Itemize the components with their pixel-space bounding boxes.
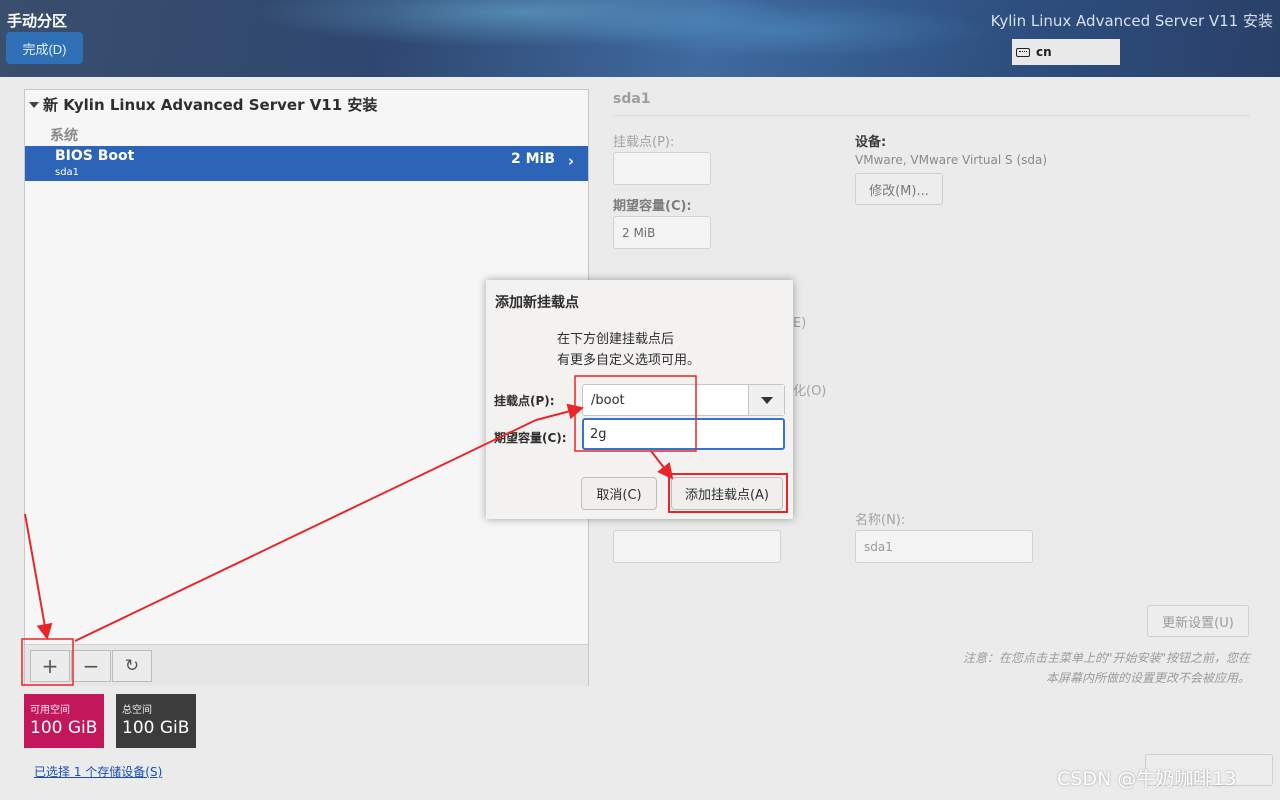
add-mount-point-button[interactable]: 添加挂载点(A) [671, 477, 783, 510]
add-mount-point-dialog: 添加新挂载点 在下方创建挂载点后 有更多自定义选项可用。 挂载点(P): /bo… [486, 280, 793, 519]
chevron-right-icon: › [567, 152, 574, 170]
desired-capacity-label: 期望容量(C): [613, 199, 692, 214]
partial-label-o: 化(O) [793, 384, 827, 399]
note-line-2: 本屏幕内所做的设置更改不会被应用。 [1045, 671, 1250, 685]
mount-point-combobox[interactable]: /boot [582, 384, 785, 416]
product-title: Kylin Linux Advanced Server V11 安装 [990, 12, 1273, 30]
note-line-1: 注意：在您点击主菜单上的"开始安装"按钮之前，您在 [962, 651, 1250, 665]
dialog-title: 添加新挂载点 [495, 295, 579, 311]
device-value: VMware, VMware Virtual S (sda) [855, 153, 1048, 167]
keyboard-icon [1016, 47, 1030, 57]
partition-row-bios-boot[interactable]: BIOS Boot sda1 2 MiB › [25, 146, 588, 181]
combobox-dropdown-button[interactable] [748, 385, 784, 415]
keyboard-layout-indicator[interactable]: cn [1012, 39, 1120, 65]
available-space-value: 100 GiB [30, 718, 98, 738]
partition-device: sda1 [55, 167, 80, 178]
cancel-button[interactable]: 取消(C) [581, 477, 657, 510]
label-field[interactable] [613, 530, 781, 563]
top-header: 手动分区 完成(D) Kylin Linux Advanced Server V… [0, 0, 1280, 77]
total-space-value: 100 GiB [122, 718, 190, 738]
section-label-system: 系统 [50, 128, 78, 144]
watermark-text: CSDN @牛奶咖啡13 [1057, 768, 1237, 790]
partition-name: BIOS Boot [55, 148, 135, 164]
desired-capacity-input[interactable]: 2g [582, 418, 785, 450]
device-label: 设备: [855, 135, 887, 150]
dialog-description-line-2: 有更多自定义选项可用。 [557, 353, 701, 368]
dialog-description: 在下方创建挂载点后 有更多自定义选项可用。 [557, 329, 700, 371]
mount-point-field[interactable] [613, 152, 711, 185]
keyboard-layout-label: cn [1036, 45, 1052, 59]
partition-size: 2 MiB [510, 151, 555, 167]
remove-partition-button[interactable]: − [71, 650, 111, 682]
minus-icon: − [82, 654, 100, 678]
available-space-box: 可用空间 100 GiB [24, 694, 104, 748]
desired-capacity-field[interactable]: 2 MiB [613, 216, 711, 249]
total-space-box: 总空间 100 GiB [116, 694, 196, 748]
mount-point-combobox-value[interactable]: /boot [591, 393, 625, 408]
total-space-label: 总空间 [122, 705, 152, 716]
divider [613, 115, 1250, 116]
partition-toolbar: + − ↻ [25, 644, 588, 686]
dialog-capacity-label: 期望容量(C): [494, 431, 567, 445]
refresh-icon: ↻ [124, 656, 140, 676]
add-partition-button[interactable]: + [30, 650, 70, 682]
partition-detail-title: sda1 [613, 91, 651, 107]
modify-device-button[interactable]: 修改(M)... [855, 173, 943, 205]
page-title: 手动分区 [7, 12, 68, 30]
expand-triangle-icon [29, 101, 39, 108]
update-settings-button[interactable]: 更新设置(U) [1147, 605, 1249, 637]
chevron-down-icon [760, 396, 773, 404]
install-title: 新 Kylin Linux Advanced Server V11 安装 [43, 96, 378, 114]
dialog-description-line-1: 在下方创建挂载点后 [557, 332, 675, 347]
plus-icon: + [41, 654, 59, 678]
mount-point-label: 挂载点(P): [613, 135, 675, 150]
dialog-mount-point-label: 挂载点(P): [494, 394, 555, 408]
partial-label-e: E) [793, 316, 807, 331]
done-button[interactable]: 完成(D) [6, 32, 83, 64]
selected-storage-link[interactable]: 已选择 1 个存储设备(S) [34, 763, 162, 780]
name-label: 名称(N): [855, 513, 906, 528]
refresh-button[interactable]: ↻ [112, 650, 152, 682]
install-tree-header[interactable]: 新 Kylin Linux Advanced Server V11 安装 [29, 94, 377, 115]
name-field[interactable]: sda1 [855, 530, 1033, 563]
available-space-label: 可用空间 [30, 705, 70, 716]
